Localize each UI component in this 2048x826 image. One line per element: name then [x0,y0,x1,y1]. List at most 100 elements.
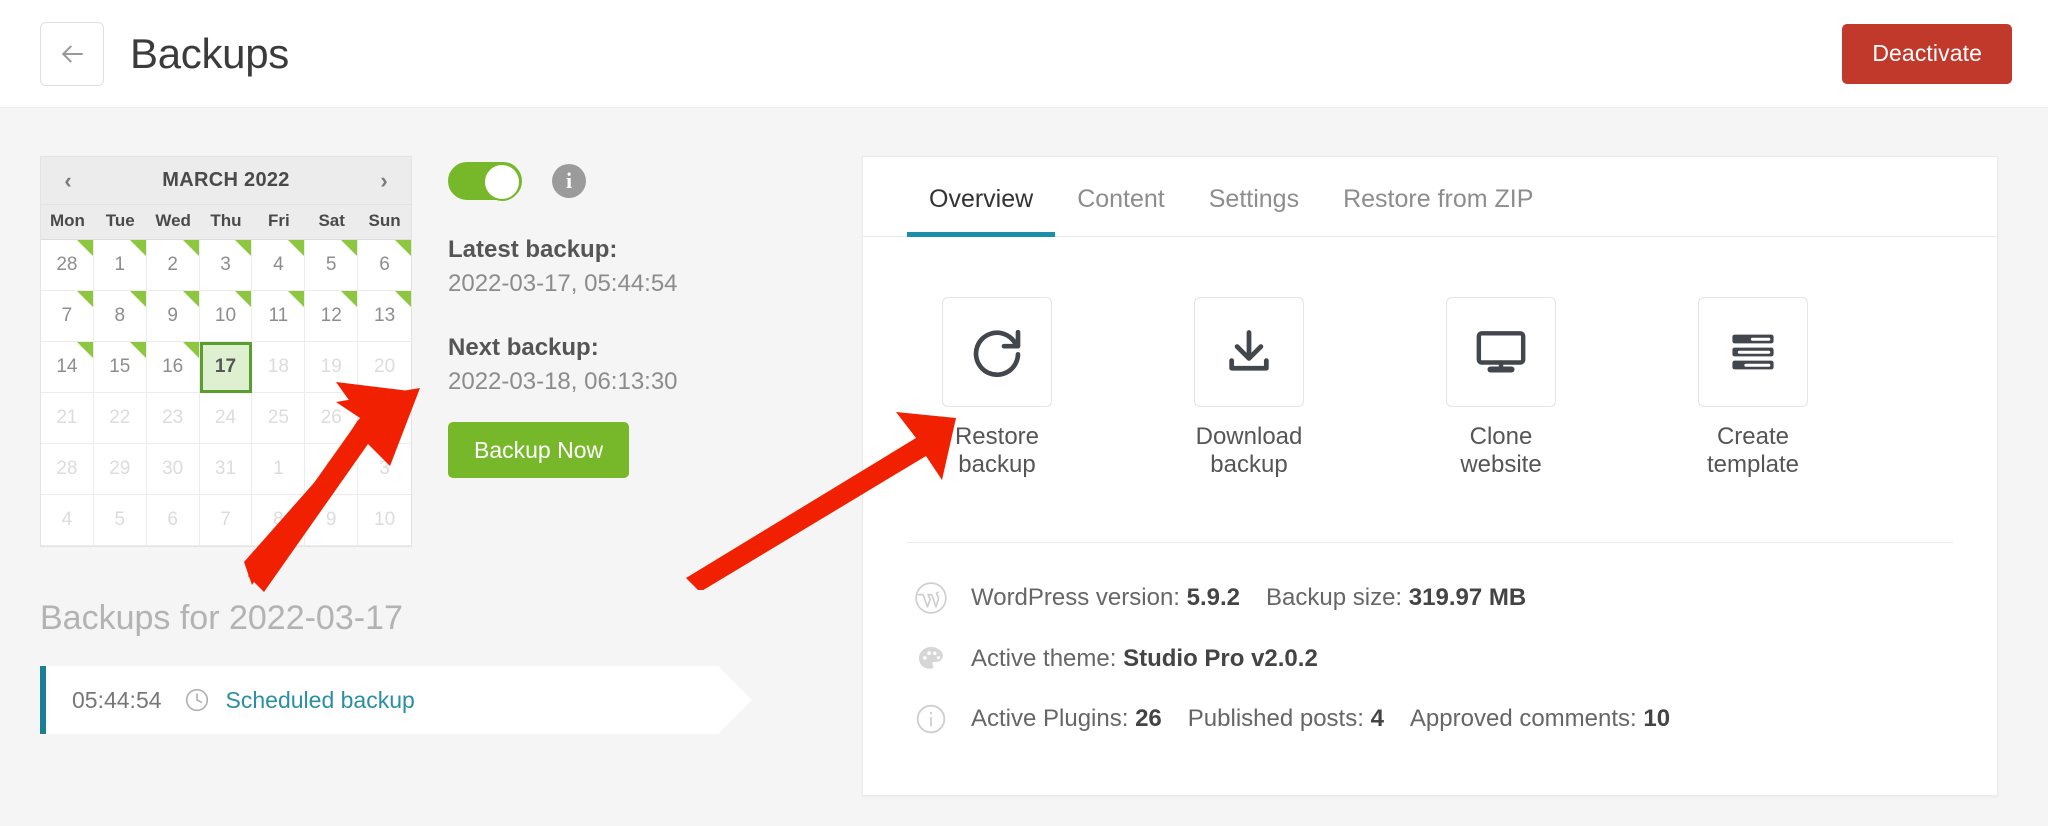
approved-comments-value: 10 [1643,705,1671,733]
calendar-day[interactable]: 28 [41,240,94,291]
approved-comments-label: Approved comments: [1409,705,1637,733]
action-download-backup[interactable]: Download backup [1159,297,1339,478]
info-circle-icon [911,703,951,735]
next-backup-value: 2022-03-18, 06:13:30 [448,368,678,395]
calendar-weekday: Sun [368,211,401,230]
calendar-day[interactable]: 15 [93,342,147,393]
published-posts-label: Published posts: [1187,705,1364,733]
calendar-day: 2 [305,444,359,495]
calendar-day: 18 [252,342,306,393]
backup-list-item[interactable]: 05:44:54 Scheduled backup [40,666,752,734]
calendar-day: 5 [93,495,147,546]
tab-content[interactable]: Content [1055,157,1187,236]
calendar-weekday: Sat [318,211,345,230]
backup-calendar: ‹ MARCH 2022 › Mon Tue Wed Thu Fri Sat Sun 28 1… [40,156,412,547]
calendar-header: ‹ MARCH 2022 › [41,157,411,205]
calendar-day[interactable]: 6 [358,240,411,291]
page-title: Backups [130,29,289,77]
calendar-weekday-row: Mon Tue Wed Thu Fri Sat Sun [41,205,411,240]
calendar-weekday: Thu [210,211,242,230]
calendar-day: 24 [199,393,253,444]
calendar-day: 27 [358,393,411,444]
calendar-day[interactable]: 13 [358,291,411,342]
action-label-line2: backup [958,450,1036,478]
calendar-day: 26 [305,393,359,444]
back-button[interactable] [40,21,104,86]
overview-card: Overview Content Settings Restore from ZIP … [862,156,1998,796]
calendar-weekday: Fri [267,211,290,230]
calendar-day: 21 [41,393,94,444]
info-row-wordpress: WordPress version: 5.9.2 Backup size: 31… [911,581,1997,615]
calendar-prev-month-button[interactable]: ‹ [55,169,81,192]
tab-settings[interactable]: Settings [1187,157,1321,236]
info-icon[interactable]: i [552,164,586,198]
tab-restore-from-zip[interactable]: Restore from ZIP [1321,157,1555,236]
left-pane: ‹ MARCH 2022 › Mon Tue Wed Thu Fri Sat Sun 28 1… [0,108,862,826]
arrow-left-icon [57,39,87,69]
tab-overview[interactable]: Overview [907,157,1056,237]
calendar-day[interactable]: 1 [93,240,147,291]
restore-icon [942,297,1052,407]
calendar-day[interactable]: 8 [93,291,147,342]
calendar-weekday: Mon [49,211,85,230]
calendar-day[interactable]: 12 [305,291,359,342]
info-row-counts: Active Plugins: 26 Published posts: 4 Ap… [911,703,1997,735]
calendar-next-month-button[interactable]: › [371,169,397,192]
download-icon [1194,297,1304,407]
action-label: Restore backup [907,423,1087,478]
active-plugins-label: Active Plugins: [971,705,1129,733]
calendar-day[interactable]: 4 [252,240,306,291]
action-restore-backup[interactable]: Restore backup [907,297,1087,478]
template-icon [1698,297,1808,407]
calendar-day: 31 [199,444,253,495]
calendar-day: 22 [93,393,147,444]
backup-size-value: 319.97 MB [1408,584,1527,612]
calendar-day: 10 [358,495,411,546]
active-theme-label: Active theme: [971,645,1117,673]
site-info-list: WordPress version: 5.9.2 Backup size: 31… [863,543,1997,735]
backup-now-button[interactable]: Backup Now [448,422,630,478]
next-backup-label: Next backup: [448,334,599,361]
action-buttons-row: Restore backup Download backup Clone website C… [863,237,1997,478]
page-header: Backups Deactivate [0,0,2048,108]
calendar-and-schedule: ‹ MARCH 2022 › Mon Tue Wed Thu Fri Sat Sun 28 1… [40,156,862,547]
latest-backup-label: Latest backup: [448,236,618,263]
action-clone-website[interactable]: Clone website [1411,297,1591,478]
calendar-day[interactable]: 5 [305,240,359,291]
action-label-line2: template [1706,450,1800,478]
action-create-template[interactable]: Create template [1663,297,1843,478]
info-row-theme: Active theme: Studio Pro v2.0.2 [911,643,1997,675]
monitor-icon [1446,297,1556,407]
action-label-line1: Create [1716,423,1790,450]
action-label-line1: Restore [954,423,1040,450]
page-content: ‹ MARCH 2022 › Mon Tue Wed Thu Fri Sat Sun 28 1… [0,108,2048,826]
calendar-day[interactable]: 2 [146,240,200,291]
tab-bar: Overview Content Settings Restore from ZIP [863,157,1997,237]
calendar-weekday: Tue [105,211,135,230]
calendar-day[interactable]: 3 [199,240,253,291]
latest-backup-value: 2022-03-17, 05:44:54 [448,270,678,297]
action-label-line2: backup [1210,450,1288,478]
calendar-day: 23 [146,393,200,444]
calendar-day[interactable]: 16 [146,342,200,393]
calendar-day: 29 [93,444,147,495]
calendar-day: 28 [41,444,94,495]
deactivate-button[interactable]: Deactivate [1842,23,2012,84]
action-label: Download backup [1159,423,1339,478]
active-plugins-value: 26 [1135,705,1162,733]
calendar-day-selected[interactable]: 17 [199,342,253,393]
action-label-line1: Download [1195,423,1303,450]
calendar-day[interactable]: 10 [199,291,253,342]
backup-item-time: 05:44:54 [72,686,162,713]
calendar-day: 1 [252,444,306,495]
action-label-line1: Clone [1469,423,1533,450]
calendar-day[interactable]: 9 [146,291,200,342]
calendar-day[interactable]: 7 [41,291,94,342]
calendar-day: 8 [252,495,306,546]
action-label-line2: website [1460,450,1542,478]
schedule-toggle[interactable] [448,162,522,201]
calendar-day[interactable]: 14 [41,342,94,393]
clock-icon [184,687,210,713]
backup-size-label: Backup size: [1266,584,1403,612]
calendar-day[interactable]: 11 [252,291,306,342]
